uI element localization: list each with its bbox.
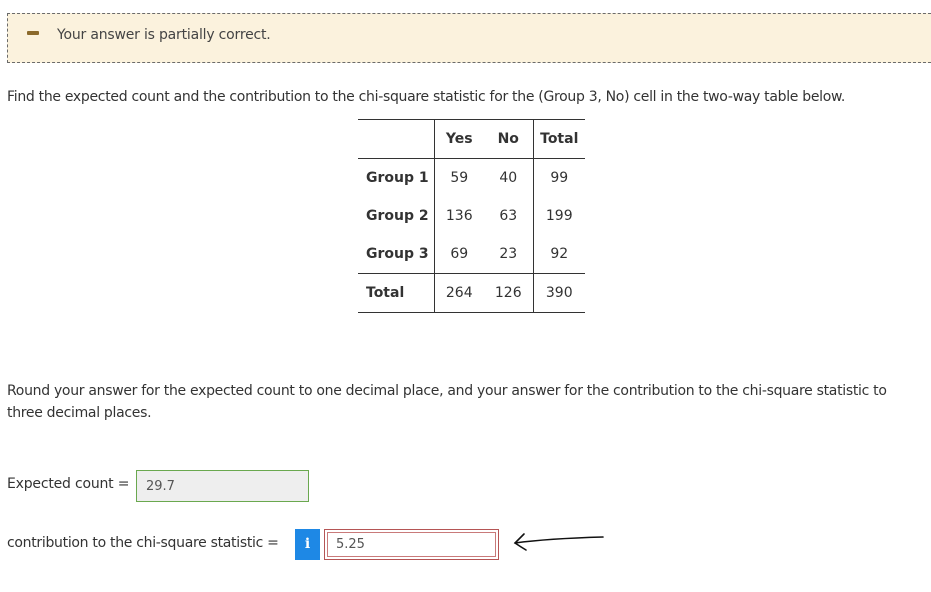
contribution-input[interactable] — [327, 532, 496, 557]
table-cell: 92 — [532, 235, 585, 274]
feedback-message: Your answer is partially correct. — [57, 27, 271, 43]
contribution-label: contribution to the chi-square statistic… — [7, 535, 279, 551]
table-cell: 199 — [532, 196, 585, 235]
table-cell: 59 — [433, 158, 484, 197]
row-header: Total — [358, 273, 434, 313]
column-header: No — [484, 119, 533, 159]
minus-icon — [27, 31, 39, 35]
table-corner — [358, 119, 434, 159]
row-header: Group 1 — [366, 169, 429, 186]
table-cell: 63 — [499, 207, 518, 224]
table-cell: 99 — [532, 158, 585, 197]
column-header: Total — [532, 119, 585, 159]
table-total-row: Total 264 126 390 — [358, 273, 585, 313]
table-cell: 40 — [499, 169, 518, 186]
table-row: Group 3 69 23 92 — [358, 235, 585, 274]
row-header: Group 3 — [366, 246, 429, 262]
table-cell: 69 — [433, 235, 484, 274]
table-cell: 390 — [532, 273, 585, 313]
rounding-instructions: Round your answer for the expected count… — [7, 383, 887, 421]
expected-count-input[interactable] — [136, 470, 309, 502]
table-row: Group 2 136 63 199 — [358, 196, 585, 235]
table-row: Group 1 59 40 99 — [358, 158, 585, 197]
contribution-input-frame — [324, 529, 499, 560]
feedback-banner: Your answer is partially correct. — [7, 13, 931, 63]
row-header: Group 2 — [366, 207, 429, 224]
table-header-row: Yes No Total — [358, 119, 585, 159]
hand-drawn-arrow-icon — [513, 533, 604, 551]
info-icon[interactable]: i — [295, 529, 320, 560]
table-cell: 126 — [484, 273, 533, 313]
table-cell: 264 — [433, 273, 484, 313]
question-text: Find the expected count and the contribu… — [7, 89, 846, 105]
column-header: Yes — [433, 119, 484, 159]
table-cell: 23 — [499, 246, 518, 262]
table-cell: 136 — [433, 196, 484, 235]
two-way-table: Yes No Total Group 1 59 40 99 Group 2 13… — [358, 119, 585, 313]
expected-count-label: Expected count = — [7, 476, 130, 492]
